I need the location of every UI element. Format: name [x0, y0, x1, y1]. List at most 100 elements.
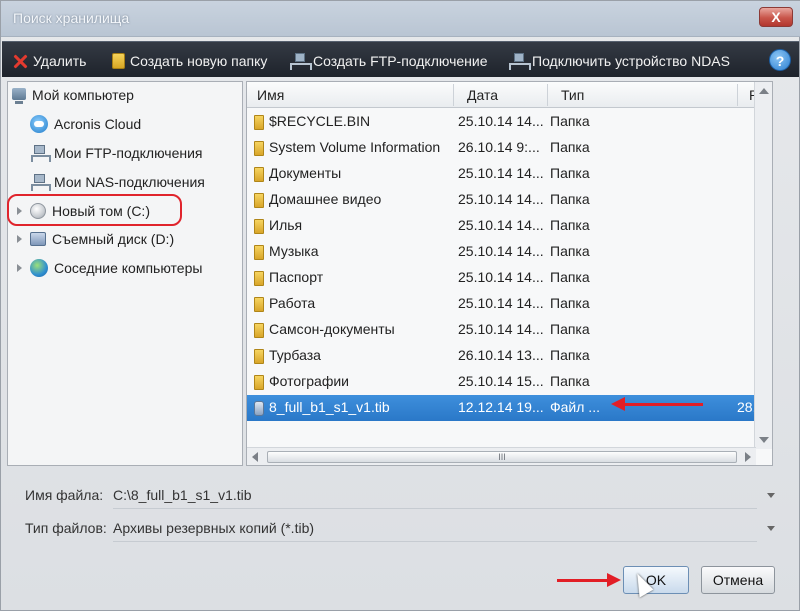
delete-button[interactable]: Удалить — [12, 51, 86, 71]
file-row[interactable]: Музыка 25.10.14 14... Папка — [247, 239, 772, 265]
file-name: System Volume Information — [269, 139, 441, 155]
file-row[interactable]: Паспорт 25.10.14 14... Папка — [247, 265, 772, 291]
field-underline — [113, 541, 757, 542]
vertical-scrollbar[interactable] — [754, 82, 772, 449]
new-folder-button[interactable]: Создать новую папку — [112, 51, 267, 71]
title-bar: Поиск хранилища X — [1, 1, 800, 37]
folder-icon — [254, 245, 264, 260]
file-name: Документы — [269, 165, 342, 181]
file-name: Домашнее видео — [269, 191, 382, 207]
file-type: Папка — [550, 165, 590, 181]
column-separator[interactable] — [547, 84, 548, 106]
network-icon — [509, 53, 531, 70]
folder-icon — [254, 219, 264, 234]
tree-item-label: Соседние компьютеры — [54, 260, 203, 276]
file-type: Папка — [550, 139, 590, 155]
tree-item-label: Acronis Cloud — [54, 116, 142, 132]
horizontal-scrollbar[interactable]: III — [247, 447, 756, 465]
nas-icon — [30, 173, 51, 191]
file-date: 25.10.14 15... — [458, 373, 544, 389]
cloud-icon — [30, 115, 48, 133]
delete-icon — [12, 53, 28, 69]
tree-item-label: Мои FTP-подключения — [54, 145, 203, 161]
file-row[interactable]: System Volume Information 26.10.14 9:...… — [247, 135, 772, 161]
filename-field[interactable]: Имя файла: C:\8_full_b1_s1_v1.tib — [17, 481, 781, 511]
network-icon — [290, 53, 312, 70]
file-type: Папка — [550, 269, 590, 285]
tree-item-ftp-connections[interactable]: Мои FTP-подключения — [30, 142, 203, 164]
column-type-header[interactable]: Тип — [561, 87, 584, 103]
column-separator[interactable] — [453, 84, 454, 106]
help-button[interactable]: ? — [769, 49, 791, 71]
file-date: 25.10.14 14... — [458, 165, 544, 181]
file-row[interactable]: $RECYCLE.BIN 25.10.14 14... Папка — [247, 109, 772, 135]
tree-item-acronis-cloud[interactable]: Acronis Cloud — [30, 113, 141, 135]
file-date: 26.10.14 9:... — [458, 139, 540, 155]
scroll-thumb[interactable]: III — [267, 451, 737, 463]
tree-item-network-computers[interactable]: Соседние компьютеры — [16, 257, 202, 279]
file-date: 25.10.14 14... — [458, 321, 544, 337]
connect-ndas-button[interactable]: Подключить устройство NDAS — [509, 51, 730, 71]
file-type: Папка — [550, 113, 590, 129]
folder-icon — [112, 53, 125, 69]
file-name: Музыка — [269, 243, 319, 259]
folder-tree: Мой компьютер Acronis Cloud Мои FTP-подк… — [7, 81, 243, 466]
filetype-select[interactable]: Архивы резервных копий (*.tib) — [113, 520, 314, 536]
expand-arrow-icon[interactable] — [16, 264, 24, 272]
scroll-up-icon[interactable] — [759, 88, 769, 94]
file-date: 25.10.14 14... — [458, 295, 544, 311]
folder-icon — [254, 115, 264, 130]
file-date: 25.10.14 14... — [458, 113, 544, 129]
file-row[interactable]: Илья 25.10.14 14... Папка — [247, 213, 772, 239]
tree-item-my-computer[interactable]: Мой компьютер — [12, 84, 134, 106]
file-type: Папка — [550, 347, 590, 363]
file-row[interactable]: Фотографии 25.10.14 15... Папка — [247, 369, 772, 395]
tree-item-label: Мои NAS-подключения — [54, 174, 205, 190]
filetype-label: Тип файлов: — [25, 520, 107, 536]
scroll-right-icon[interactable] — [745, 452, 751, 462]
close-button[interactable]: X — [759, 7, 793, 27]
chevron-down-icon[interactable] — [767, 493, 775, 498]
file-row[interactable]: Домашнее видео 25.10.14 14... Папка — [247, 187, 772, 213]
create-ftp-button[interactable]: Создать FTP-подключение — [290, 51, 488, 71]
computer-icon — [12, 88, 26, 104]
file-row[interactable]: Турбаза 26.10.14 13... Папка — [247, 343, 772, 369]
column-name-header[interactable]: Имя — [257, 87, 284, 103]
file-type: Папка — [550, 321, 590, 337]
column-separator[interactable] — [737, 84, 738, 106]
tree-item-drive-d[interactable]: Съемный диск (D:) — [16, 228, 174, 250]
annotation-arrow — [611, 397, 703, 411]
annotation-highlight-oval — [7, 194, 182, 226]
file-row[interactable]: Работа 25.10.14 14... Папка — [247, 291, 772, 317]
folder-icon — [254, 323, 264, 338]
file-date: 25.10.14 14... — [458, 217, 544, 233]
chevron-down-icon[interactable] — [767, 526, 775, 531]
toolbar: Удалить Создать новую папку Создать FTP-… — [2, 41, 799, 77]
create-ftp-label: Создать FTP-подключение — [313, 53, 488, 69]
file-row[interactable]: Самсон-документы 25.10.14 14... Папка — [247, 317, 772, 343]
expand-arrow-icon[interactable] — [16, 235, 24, 243]
filetype-field[interactable]: Тип файлов: Архивы резервных копий (*.ti… — [17, 514, 781, 544]
file-name: 8_full_b1_s1_v1.tib — [269, 399, 390, 415]
folder-icon — [254, 271, 264, 286]
filename-input[interactable]: C:\8_full_b1_s1_v1.tib — [113, 487, 252, 503]
scroll-down-icon[interactable] — [759, 437, 769, 443]
network-globe-icon — [30, 259, 48, 277]
file-type: Папка — [550, 295, 590, 311]
file-type: Папка — [550, 243, 590, 259]
usb-drive-icon — [30, 232, 46, 246]
archive-file-icon — [254, 401, 264, 416]
tree-item-nas-connections[interactable]: Мои NAS-подключения — [30, 171, 205, 193]
file-name: Илья — [269, 217, 303, 233]
column-date-header[interactable]: Дата — [467, 87, 498, 103]
file-row[interactable]: Документы 25.10.14 14... Папка — [247, 161, 772, 187]
scroll-left-icon[interactable] — [252, 452, 258, 462]
file-row-selected[interactable]: 8_full_b1_s1_v1.tib 12.12.14 19... Файл … — [247, 395, 772, 421]
folder-icon — [254, 297, 264, 312]
tree-item-label: Съемный диск (D:) — [52, 231, 175, 247]
file-date: 26.10.14 13... — [458, 347, 544, 363]
folder-icon — [254, 375, 264, 390]
cancel-button[interactable]: Отмена — [701, 566, 775, 594]
file-name: Работа — [269, 295, 316, 311]
folder-icon — [254, 167, 264, 182]
